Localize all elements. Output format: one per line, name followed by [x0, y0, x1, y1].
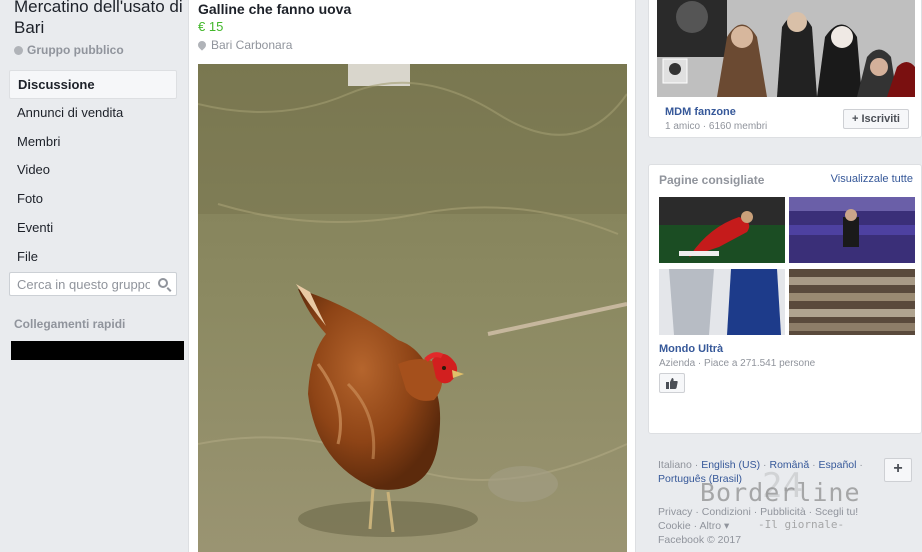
join-group-button[interactable]: + Iscriviti [843, 109, 909, 129]
merch-display-photo [789, 269, 915, 335]
group-search [9, 272, 177, 296]
nav-item-foto[interactable]: Foto [9, 185, 177, 214]
see-all-link[interactable]: Visualizzale tutte [831, 173, 913, 185]
group-name[interactable]: Mercatino dell'usato di Bari [14, 0, 184, 38]
post-location-label: Bari Carbonara [211, 38, 293, 52]
nav-item-video[interactable]: Video [9, 156, 177, 185]
left-sidebar: Mercatino dell'usato di Bari Gruppo pubb… [0, 0, 188, 552]
post-title[interactable]: Galline che fanno uova [198, 1, 351, 17]
group-cover-image [657, 0, 915, 97]
suggested-group-meta: 1 amico · 6160 membri [665, 121, 768, 132]
footer-copyright: Facebook © 2017 [658, 534, 742, 546]
post-photo[interactable] [198, 64, 627, 552]
suggested-group-photo[interactable] [657, 0, 915, 97]
quick-links-title: Collegamenti rapidi [14, 317, 126, 331]
group-type: Gruppo pubblico [14, 43, 124, 57]
football-photo [659, 197, 785, 263]
footer-privacy[interactable]: Privacy [658, 506, 692, 518]
borderline-watermark: 24 Borderline -Il giornale- [700, 466, 910, 531]
group-type-label: Gruppo pubblico [27, 43, 124, 57]
group-nav: Discussione Annunci di vendita Membri Vi… [9, 70, 177, 272]
search-icon[interactable] [158, 278, 168, 288]
redacted-block [11, 341, 184, 360]
watermark-number: 24 [762, 466, 803, 506]
page-thumb-3[interactable] [659, 269, 785, 335]
location-pin-icon [196, 39, 208, 51]
nav-item-annunci[interactable]: Annunci di vendita [9, 99, 177, 128]
post-location: Bari Carbonara [196, 38, 293, 52]
nav-item-eventi[interactable]: Eventi [9, 214, 177, 243]
nav-item-membri[interactable]: Membri [9, 128, 177, 157]
suggested-page-name[interactable]: Mondo Ultrà [659, 343, 723, 355]
thumbs-up-icon [666, 378, 678, 389]
nav-item-file[interactable]: File [9, 243, 177, 272]
post-price: € 15 [198, 19, 224, 34]
watermark-main: Borderline [700, 478, 861, 507]
footer-pubblicita[interactable]: Pubblicità [760, 506, 806, 518]
page-thumb-4[interactable] [789, 269, 915, 335]
hen-photo [198, 64, 627, 552]
stadium-seats-photo [789, 197, 915, 263]
like-page-button[interactable] [659, 373, 685, 393]
language-current: Italiano [658, 459, 692, 471]
group-search-input[interactable] [10, 273, 150, 295]
footer-condizioni[interactable]: Condizioni [702, 506, 751, 518]
watermark-sub: -Il giornale- [758, 518, 845, 531]
suggested-pages-card: Pagine consigliate Visualizzale tutte Mo… [648, 164, 922, 434]
suggested-page-meta: Azienda · Piace a 271.541 persone [659, 358, 816, 369]
suggested-pages-title: Pagine consigliate [659, 173, 765, 187]
language-english[interactable]: English (US) [701, 459, 760, 471]
join-label: Iscriviti [861, 113, 900, 125]
page-thumb-2[interactable] [789, 197, 915, 263]
suggested-group-name[interactable]: MDM fanzone [665, 106, 736, 118]
globe-icon [14, 46, 23, 55]
suggested-group-card: MDM fanzone 1 amico · 6160 membri + Iscr… [648, 0, 922, 138]
language-espanol[interactable]: Español [819, 459, 857, 471]
page-thumb-1[interactable] [659, 197, 785, 263]
footer-altro[interactable]: Altro [699, 520, 721, 532]
nav-item-discussione[interactable]: Discussione [9, 70, 177, 99]
clothing-photo [659, 269, 785, 335]
sale-post: Galline che fanno uova € 15 Bari Carbona… [188, 0, 636, 552]
footer-cookie[interactable]: Cookie [658, 520, 691, 532]
footer-scegli-tu[interactable]: Scegli tu! [815, 506, 858, 518]
